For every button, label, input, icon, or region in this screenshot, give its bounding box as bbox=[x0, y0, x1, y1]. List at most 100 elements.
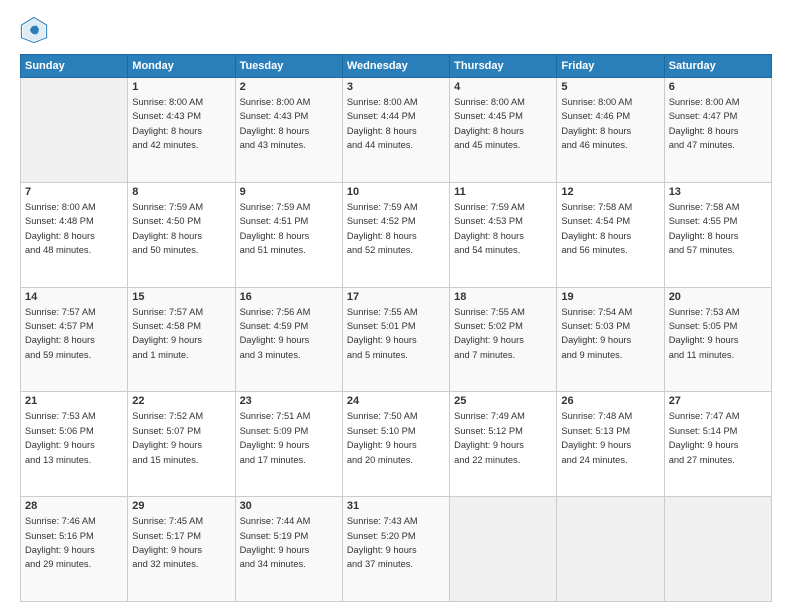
day-cell bbox=[664, 497, 771, 602]
day-number: 29 bbox=[132, 500, 230, 512]
day-number: 14 bbox=[25, 291, 123, 303]
day-number: 26 bbox=[561, 395, 659, 407]
day-cell: 18 Sunrise: 7:55 AM Sunset: 5:02 PM Dayli… bbox=[450, 287, 557, 392]
day-number: 7 bbox=[25, 186, 123, 198]
day-info: Sunrise: 7:53 AM Sunset: 5:06 PM Dayligh… bbox=[25, 409, 123, 467]
day-info: Sunrise: 7:59 AM Sunset: 4:52 PM Dayligh… bbox=[347, 200, 445, 258]
day-cell: 19 Sunrise: 7:54 AM Sunset: 5:03 PM Dayli… bbox=[557, 287, 664, 392]
day-cell: 13 Sunrise: 7:58 AM Sunset: 4:55 PM Dayli… bbox=[664, 182, 771, 287]
day-number: 21 bbox=[25, 395, 123, 407]
day-info: Sunrise: 8:00 AM Sunset: 4:45 PM Dayligh… bbox=[454, 95, 552, 153]
days-header-row: SundayMondayTuesdayWednesdayThursdayFrid… bbox=[21, 55, 772, 78]
day-number: 27 bbox=[669, 395, 767, 407]
day-info: Sunrise: 8:00 AM Sunset: 4:46 PM Dayligh… bbox=[561, 95, 659, 153]
day-info: Sunrise: 7:49 AM Sunset: 5:12 PM Dayligh… bbox=[454, 409, 552, 467]
day-cell: 30 Sunrise: 7:44 AM Sunset: 5:19 PM Dayli… bbox=[235, 497, 342, 602]
day-info: Sunrise: 7:50 AM Sunset: 5:10 PM Dayligh… bbox=[347, 409, 445, 467]
day-number: 8 bbox=[132, 186, 230, 198]
day-number: 31 bbox=[347, 500, 445, 512]
day-info: Sunrise: 7:58 AM Sunset: 4:54 PM Dayligh… bbox=[561, 200, 659, 258]
day-header-tuesday: Tuesday bbox=[235, 55, 342, 78]
day-info: Sunrise: 7:55 AM Sunset: 5:01 PM Dayligh… bbox=[347, 305, 445, 363]
day-number: 30 bbox=[240, 500, 338, 512]
day-cell: 25 Sunrise: 7:49 AM Sunset: 5:12 PM Dayli… bbox=[450, 392, 557, 497]
day-number: 9 bbox=[240, 186, 338, 198]
day-info: Sunrise: 7:48 AM Sunset: 5:13 PM Dayligh… bbox=[561, 409, 659, 467]
day-info: Sunrise: 7:59 AM Sunset: 4:50 PM Dayligh… bbox=[132, 200, 230, 258]
page: SundayMondayTuesdayWednesdayThursdayFrid… bbox=[0, 0, 792, 612]
week-row-2: 7Sunrise: 8:00 AM Sunset: 4:48 PM Daylig… bbox=[21, 182, 772, 287]
day-number: 10 bbox=[347, 186, 445, 198]
day-info: Sunrise: 7:46 AM Sunset: 5:16 PM Dayligh… bbox=[25, 514, 123, 572]
day-number: 17 bbox=[347, 291, 445, 303]
day-info: Sunrise: 8:00 AM Sunset: 4:43 PM Dayligh… bbox=[132, 95, 230, 153]
day-info: Sunrise: 7:59 AM Sunset: 4:53 PM Dayligh… bbox=[454, 200, 552, 258]
day-cell: 3Sunrise: 8:00 AM Sunset: 4:44 PM Daylig… bbox=[342, 78, 449, 183]
day-info: Sunrise: 8:00 AM Sunset: 4:47 PM Dayligh… bbox=[669, 95, 767, 153]
day-info: Sunrise: 7:43 AM Sunset: 5:20 PM Dayligh… bbox=[347, 514, 445, 572]
day-cell: 23 Sunrise: 7:51 AM Sunset: 5:09 PM Dayli… bbox=[235, 392, 342, 497]
week-row-4: 21 Sunrise: 7:53 AM Sunset: 5:06 PM Dayli… bbox=[21, 392, 772, 497]
day-info: Sunrise: 7:53 AM Sunset: 5:05 PM Dayligh… bbox=[669, 305, 767, 363]
day-info: Sunrise: 7:58 AM Sunset: 4:55 PM Dayligh… bbox=[669, 200, 767, 258]
day-cell: 24 Sunrise: 7:50 AM Sunset: 5:10 PM Dayli… bbox=[342, 392, 449, 497]
day-cell: 20Sunrise: 7:53 AM Sunset: 5:05 PM Dayli… bbox=[664, 287, 771, 392]
logo-icon bbox=[20, 16, 48, 44]
day-number: 2 bbox=[240, 81, 338, 93]
day-number: 18 bbox=[454, 291, 552, 303]
day-info: Sunrise: 7:57 AM Sunset: 4:57 PM Dayligh… bbox=[25, 305, 123, 363]
day-info: Sunrise: 7:45 AM Sunset: 5:17 PM Dayligh… bbox=[132, 514, 230, 572]
day-number: 6 bbox=[669, 81, 767, 93]
day-number: 13 bbox=[669, 186, 767, 198]
week-row-5: 28 Sunrise: 7:46 AM Sunset: 5:16 PM Dayli… bbox=[21, 497, 772, 602]
day-info: Sunrise: 7:55 AM Sunset: 5:02 PM Dayligh… bbox=[454, 305, 552, 363]
day-cell: 27 Sunrise: 7:47 AM Sunset: 5:14 PM Dayli… bbox=[664, 392, 771, 497]
day-number: 16 bbox=[240, 291, 338, 303]
day-cell: 26 Sunrise: 7:48 AM Sunset: 5:13 PM Dayli… bbox=[557, 392, 664, 497]
day-cell: 14 Sunrise: 7:57 AM Sunset: 4:57 PM Dayli… bbox=[21, 287, 128, 392]
day-info: Sunrise: 7:47 AM Sunset: 5:14 PM Dayligh… bbox=[669, 409, 767, 467]
week-row-3: 14 Sunrise: 7:57 AM Sunset: 4:57 PM Dayli… bbox=[21, 287, 772, 392]
day-header-saturday: Saturday bbox=[664, 55, 771, 78]
day-info: Sunrise: 8:00 AM Sunset: 4:43 PM Dayligh… bbox=[240, 95, 338, 153]
day-header-thursday: Thursday bbox=[450, 55, 557, 78]
day-header-friday: Friday bbox=[557, 55, 664, 78]
day-cell: 10 Sunrise: 7:59 AM Sunset: 4:52 PM Dayli… bbox=[342, 182, 449, 287]
day-cell: 21 Sunrise: 7:53 AM Sunset: 5:06 PM Dayli… bbox=[21, 392, 128, 497]
day-number: 4 bbox=[454, 81, 552, 93]
logo bbox=[20, 16, 52, 44]
day-info: Sunrise: 7:52 AM Sunset: 5:07 PM Dayligh… bbox=[132, 409, 230, 467]
day-cell: 8 Sunrise: 7:59 AM Sunset: 4:50 PM Daylig… bbox=[128, 182, 235, 287]
day-number: 12 bbox=[561, 186, 659, 198]
week-row-1: 1 Sunrise: 8:00 AM Sunset: 4:43 PM Daylig… bbox=[21, 78, 772, 183]
day-cell: 11Sunrise: 7:59 AM Sunset: 4:53 PM Dayli… bbox=[450, 182, 557, 287]
day-number: 28 bbox=[25, 500, 123, 512]
day-cell: 12 Sunrise: 7:58 AM Sunset: 4:54 PM Dayli… bbox=[557, 182, 664, 287]
day-info: Sunrise: 7:57 AM Sunset: 4:58 PM Dayligh… bbox=[132, 305, 230, 363]
header bbox=[20, 16, 772, 44]
day-number: 23 bbox=[240, 395, 338, 407]
day-cell: 15Sunrise: 7:57 AM Sunset: 4:58 PM Dayli… bbox=[128, 287, 235, 392]
day-number: 19 bbox=[561, 291, 659, 303]
day-cell: 29 Sunrise: 7:45 AM Sunset: 5:17 PM Dayli… bbox=[128, 497, 235, 602]
day-cell bbox=[557, 497, 664, 602]
day-number: 3 bbox=[347, 81, 445, 93]
day-number: 25 bbox=[454, 395, 552, 407]
day-cell: 17 Sunrise: 7:55 AM Sunset: 5:01 PM Dayli… bbox=[342, 287, 449, 392]
day-cell: 7Sunrise: 8:00 AM Sunset: 4:48 PM Daylig… bbox=[21, 182, 128, 287]
day-cell: 4 Sunrise: 8:00 AM Sunset: 4:45 PM Daylig… bbox=[450, 78, 557, 183]
day-info: Sunrise: 7:54 AM Sunset: 5:03 PM Dayligh… bbox=[561, 305, 659, 363]
day-header-wednesday: Wednesday bbox=[342, 55, 449, 78]
day-cell: 9Sunrise: 7:59 AM Sunset: 4:51 PM Daylig… bbox=[235, 182, 342, 287]
day-number: 1 bbox=[132, 81, 230, 93]
day-cell: 6 Sunrise: 8:00 AM Sunset: 4:47 PM Daylig… bbox=[664, 78, 771, 183]
day-cell: 28 Sunrise: 7:46 AM Sunset: 5:16 PM Dayli… bbox=[21, 497, 128, 602]
day-cell bbox=[450, 497, 557, 602]
day-cell: 2 Sunrise: 8:00 AM Sunset: 4:43 PM Daylig… bbox=[235, 78, 342, 183]
day-number: 24 bbox=[347, 395, 445, 407]
day-cell: 5Sunrise: 8:00 AM Sunset: 4:46 PM Daylig… bbox=[557, 78, 664, 183]
day-cell: 31 Sunrise: 7:43 AM Sunset: 5:20 PM Dayli… bbox=[342, 497, 449, 602]
day-info: Sunrise: 7:51 AM Sunset: 5:09 PM Dayligh… bbox=[240, 409, 338, 467]
day-cell: 16Sunrise: 7:56 AM Sunset: 4:59 PM Dayli… bbox=[235, 287, 342, 392]
day-info: Sunrise: 7:44 AM Sunset: 5:19 PM Dayligh… bbox=[240, 514, 338, 572]
